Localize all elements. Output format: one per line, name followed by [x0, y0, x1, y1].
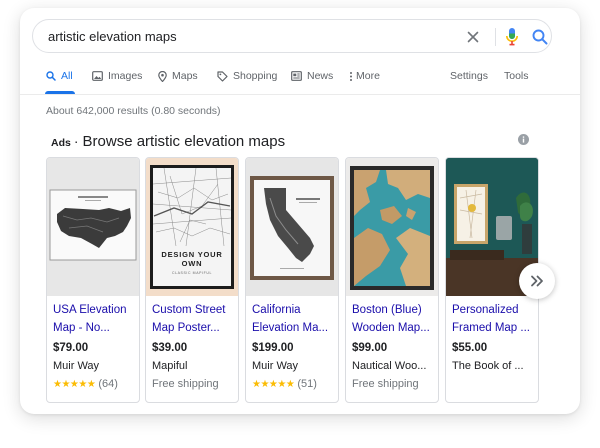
tools-label: Tools [504, 70, 529, 82]
search-icon [46, 71, 56, 81]
product-title[interactable]: USA Elevation Map - No... [53, 302, 137, 337]
product-title-line: Map - No... [53, 321, 110, 334]
tab-news-label: News [307, 70, 334, 82]
product-price: $55.00 [452, 342, 488, 354]
product-image-usa-map[interactable] [47, 158, 139, 296]
tab-news[interactable]: News [291, 70, 333, 94]
rating-stars: ★★★★★ [252, 378, 295, 390]
product-title-line: Elevation Ma... [252, 321, 329, 334]
product-price: $99.00 [352, 342, 388, 354]
product-image-custom-street-map[interactable]: DESIGN YOUR OWN CLASSIC MAPIFUL [146, 158, 238, 296]
poster-text: OWN [182, 259, 203, 268]
product-seller: Nautical Woo... [352, 360, 427, 372]
product-title-line: Personalized [452, 304, 519, 316]
product-title[interactable]: Personalized Framed Map ... [452, 302, 536, 337]
tab-more[interactable]: More [349, 70, 380, 94]
product-title-line: Map Poster... [152, 321, 220, 334]
tab-images[interactable]: Images [92, 70, 142, 94]
tab-shopping[interactable]: Shopping [217, 70, 277, 94]
image-icon [92, 71, 103, 81]
product-price: $79.00 [53, 342, 89, 354]
product-seller: Muir Way [252, 360, 299, 372]
product-rating: ★★★★★ (51) [252, 378, 317, 390]
product-seller: Mapiful [152, 360, 188, 372]
product-rating: ★★★★★ (64) [53, 378, 118, 390]
product-seller: Muir Way [53, 360, 100, 372]
carousel-next-button[interactable] [519, 263, 555, 299]
product-seller: The Book of ... [452, 360, 524, 372]
info-icon[interactable] [518, 134, 529, 145]
search-icon[interactable] [531, 28, 549, 46]
search-bar[interactable]: artistic elevation maps [32, 19, 552, 53]
ads-separator: · [73, 133, 79, 149]
search-results-card: artistic elevation maps All Images Maps … [20, 8, 580, 414]
product-shipping: Free shipping [152, 378, 219, 390]
product-price: $199.00 [252, 342, 294, 354]
rating-stars: ★★★★★ [53, 378, 96, 390]
tab-all-label: All [61, 70, 73, 82]
product-card[interactable]: Boston (Blue) Wooden Map... $99.00 Nauti… [345, 157, 439, 403]
product-image-california-map[interactable] [246, 158, 338, 296]
rating-count: (64) [98, 378, 118, 390]
product-title-line: Framed Map ... [452, 321, 530, 334]
search-tabs: All Images Maps Shopping News More Setti… [20, 70, 580, 94]
tab-maps-label: Maps [172, 70, 198, 82]
tools-link[interactable]: Tools [504, 70, 529, 94]
product-title-line: Custom Street [152, 304, 226, 316]
double-chevron-right-icon [531, 275, 543, 287]
product-card[interactable]: California Elevation Ma... $199.00 Muir … [245, 157, 339, 403]
tab-shopping-label: Shopping [233, 70, 278, 82]
more-vert-icon [350, 72, 352, 81]
product-title[interactable]: California Elevation Ma... [252, 302, 336, 337]
product-title-line: USA Elevation [53, 304, 127, 316]
product-title[interactable]: Custom Street Map Poster... [152, 302, 236, 337]
product-card[interactable]: USA Elevation Map - No... $79.00 Muir Wa… [46, 157, 140, 403]
tag-icon [217, 71, 228, 82]
tab-more-label: More [356, 70, 380, 82]
product-shipping: Free shipping [352, 378, 419, 390]
search-input[interactable]: artistic elevation maps [48, 29, 177, 44]
product-title-line: California [252, 304, 301, 316]
product-title[interactable]: Boston (Blue) Wooden Map... [352, 302, 436, 337]
mic-icon[interactable] [505, 27, 519, 47]
tabs-divider [20, 94, 580, 95]
ads-title: Browse artistic elevation maps [82, 133, 286, 150]
searchbar-divider [495, 28, 496, 46]
tab-images-label: Images [108, 70, 143, 82]
close-icon[interactable] [465, 29, 481, 45]
poster-text: DESIGN YOUR [161, 250, 222, 259]
product-title-line: Wooden Map... [352, 321, 430, 334]
results-stats: About 642,000 results (0.80 seconds) [46, 105, 221, 117]
tab-maps[interactable]: Maps [158, 70, 198, 94]
product-price: $39.00 [152, 342, 188, 354]
product-card[interactable]: DESIGN YOUR OWN CLASSIC MAPIFUL Custom S… [145, 157, 239, 403]
settings-label: Settings [450, 70, 488, 82]
ads-label: Ads [51, 137, 71, 149]
product-title-line: Boston (Blue) [352, 304, 422, 316]
map-pin-icon [158, 71, 167, 82]
poster-subtext: CLASSIC MAPIFUL [172, 271, 212, 275]
ads-heading: Ads · Browse artistic elevation maps [51, 133, 285, 150]
rating-count: (51) [297, 378, 317, 390]
news-icon [291, 71, 302, 81]
product-image-boston-wooden-map[interactable] [346, 158, 438, 296]
settings-link[interactable]: Settings [450, 70, 488, 94]
